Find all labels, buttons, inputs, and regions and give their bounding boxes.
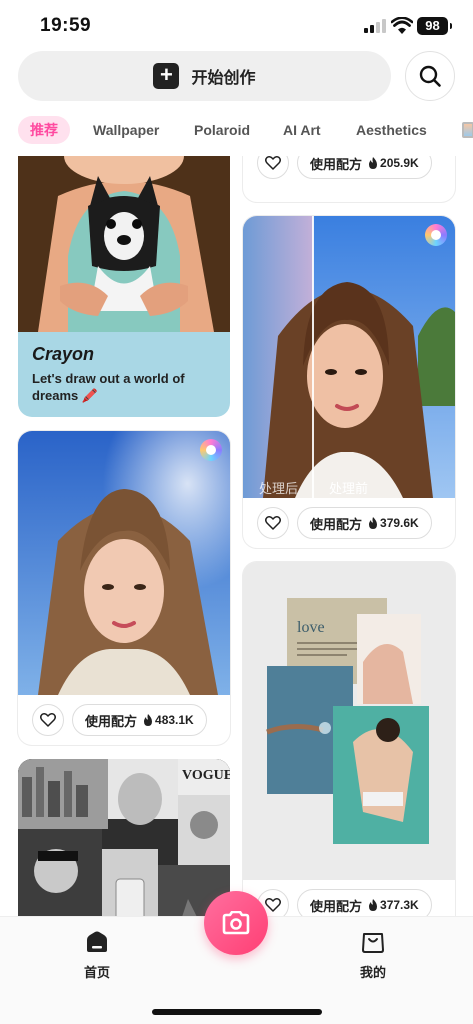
top-right-card[interactable]: 使用配方 205.9K <box>243 156 455 202</box>
before-label: 处理前 <box>329 481 369 496</box>
crayon-subtitle: Let's draw out a world of dreams 🖍️ <box>32 371 185 403</box>
tab-wallpaper[interactable]: Wallpaper <box>93 116 159 144</box>
start-create-button[interactable]: + 开始创作 <box>18 51 391 101</box>
status-bar: 19:59 98 <box>0 0 473 50</box>
svg-text:VOGUE: VOGUE <box>182 768 230 783</box>
collage-love-text: love <box>297 619 325 636</box>
home-indicator <box>152 1009 322 1015</box>
use-recipe-label: 使用配方 <box>310 898 363 914</box>
tab-ai-art[interactable]: AI Art <box>283 116 321 144</box>
feed: Crayon Let's draw out a world of dreams … <box>0 156 473 916</box>
use-recipe-label: 使用配方 <box>85 713 138 729</box>
bag-icon <box>362 933 384 953</box>
use-recipe-button[interactable]: 使用配方 379.6K <box>297 507 432 539</box>
status-time: 19:59 <box>40 15 92 36</box>
crayon-image <box>18 156 230 332</box>
nav-mine-label: 我的 <box>359 965 386 980</box>
heart-icon <box>265 516 281 530</box>
use-recipe-button[interactable]: 使用配方 377.3K <box>297 889 432 916</box>
like-button[interactable] <box>257 156 289 179</box>
use-count-value: 483.1K <box>155 713 194 727</box>
crayon-card[interactable]: Crayon Let's draw out a world of dreams … <box>18 156 230 417</box>
like-button[interactable] <box>32 704 64 736</box>
after-label: 处理后 <box>259 481 299 496</box>
nav-home[interactable]: 首页 <box>67 931 127 981</box>
portrait-actions: 使用配方 483.1K <box>18 695 230 745</box>
use-recipe-label: 使用配方 <box>310 516 363 532</box>
use-count-value: 205.9K <box>380 156 419 170</box>
flame-icon <box>369 157 378 169</box>
search-icon <box>419 65 441 87</box>
signal-icon <box>364 19 386 33</box>
start-create-label: 开始创作 <box>191 70 256 87</box>
bw-collage-image: VOGUE <box>18 759 230 916</box>
use-count: 205.9K <box>368 156 419 170</box>
tab-thumbnail-icon <box>462 122 473 138</box>
bw-collage-card[interactable]: VOGUE <box>18 759 230 916</box>
flame-icon <box>144 714 153 726</box>
use-count: 483.1K <box>143 713 194 727</box>
tab-polaroid[interactable]: Polaroid <box>194 116 250 144</box>
camera-icon <box>222 911 250 935</box>
tab-aesthetics[interactable]: Aesthetics <box>356 116 427 144</box>
flame-icon <box>369 899 378 911</box>
category-tabs: 推荐 Wallpaper Polaroid AI Art Aesthetics <box>0 112 473 148</box>
nav-home-label: 首页 <box>83 965 110 980</box>
use-count: 377.3K <box>368 898 419 912</box>
use-count: 379.6K <box>368 516 419 530</box>
compare-card[interactable]: 处理后 处理前 使用配方 379.6K <box>243 216 455 548</box>
portrait-card[interactable]: 使用配方 483.1K <box>18 431 230 745</box>
use-count-value: 377.3K <box>380 898 419 912</box>
use-recipe-label: 使用配方 <box>310 156 363 172</box>
use-recipe-button[interactable]: 使用配方 205.9K <box>297 156 432 179</box>
heart-icon <box>40 713 56 727</box>
nav-mine[interactable]: 我的 <box>343 931 403 981</box>
flame-icon <box>369 517 378 529</box>
crayon-title: Crayon <box>32 344 95 364</box>
collage-actions: 使用配方 377.3K <box>243 880 455 916</box>
tab-recommended[interactable]: 推荐 <box>18 116 70 144</box>
collage-card[interactable]: love 使用配方 377.3K <box>243 562 455 916</box>
like-button[interactable] <box>257 507 289 539</box>
compare-actions: 使用配方 379.6K <box>243 498 455 548</box>
camera-button[interactable] <box>204 891 268 955</box>
home-icon <box>87 931 107 952</box>
wifi-icon <box>390 16 414 35</box>
compare-image <box>243 216 455 498</box>
top-right-actions: 使用配方 205.9K <box>243 156 455 188</box>
collage-image: love <box>243 562 455 880</box>
search-button[interactable] <box>405 51 455 101</box>
portrait-image <box>18 431 230 695</box>
use-count-value: 379.6K <box>380 516 419 530</box>
ai-badge-icon <box>425 224 447 246</box>
battery-icon: 98 <box>417 17 452 35</box>
ai-badge-icon <box>200 439 222 461</box>
use-recipe-button[interactable]: 使用配方 483.1K <box>72 704 207 736</box>
plus-icon: + <box>153 63 180 89</box>
heart-icon <box>265 898 281 912</box>
heart-icon <box>265 156 281 170</box>
